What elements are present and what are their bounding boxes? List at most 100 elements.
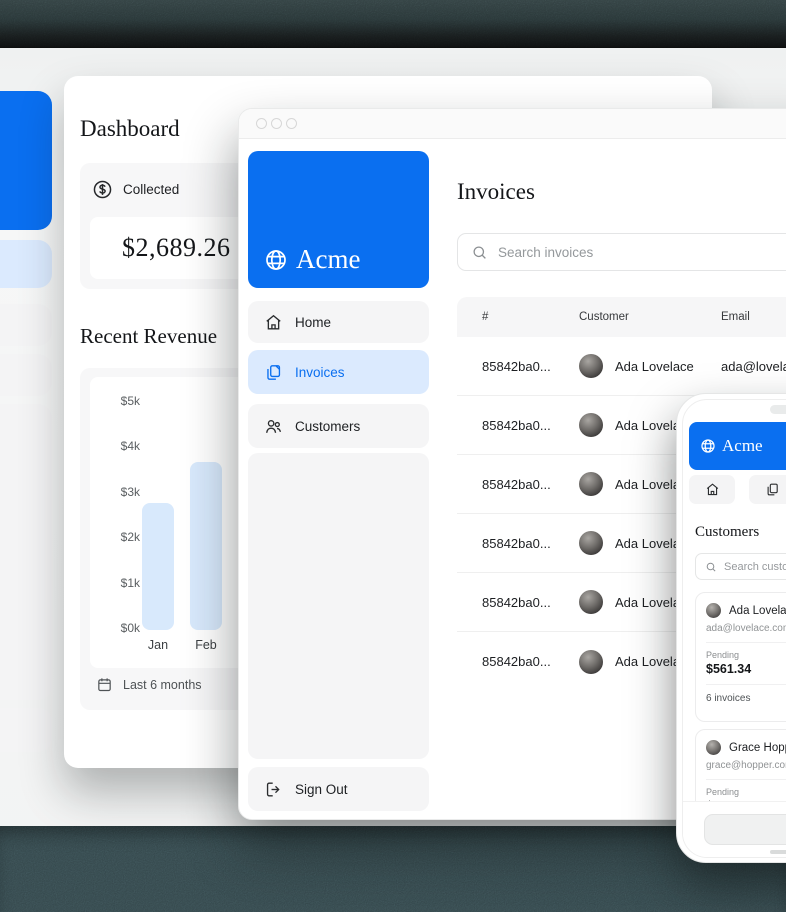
divider [706, 684, 786, 685]
phone-tab-invoices[interactable] [749, 475, 786, 504]
phone-screen: Acme Customers Search customer [682, 399, 786, 858]
customer-email: grace@hopper.com [706, 760, 786, 771]
sidebar-brand-card: Acme [248, 151, 429, 288]
customer-name: Ada Lovelace [615, 359, 694, 374]
window-minimize-button[interactable] [271, 118, 282, 129]
y-tick-label: $3k [106, 485, 140, 499]
divider [706, 642, 786, 643]
sidebar-item-invoices[interactable]: Invoices [248, 350, 429, 394]
column-header-email: Email [717, 311, 786, 323]
phone-brand-card: Acme [689, 422, 786, 470]
globe-icon [700, 438, 716, 454]
customer-avatar [579, 531, 603, 555]
y-tick-label: $0k [106, 621, 140, 635]
sign-out-button[interactable]: Sign Out [248, 767, 429, 811]
search-invoices-input[interactable]: Search invoices [457, 233, 786, 271]
invoice-id: 85842ba0... [457, 595, 579, 610]
background-sidebar-brand-card [0, 91, 52, 230]
x-tick-label: Feb [182, 638, 230, 652]
sidebar-item-label: Home [295, 315, 331, 330]
window-zoom-button[interactable] [286, 118, 297, 129]
phone-speaker [770, 405, 786, 414]
invoices-copy-icon [264, 363, 283, 382]
collected-amount: $2,689.26 [90, 233, 231, 263]
invoices-copy-icon [765, 482, 780, 497]
customer-card[interactable]: Ada Lovelace ada@lovelace.com Pending $5… [695, 592, 786, 722]
pending-label: Pending [706, 650, 786, 660]
invoice-id: 85842ba0... [457, 418, 579, 433]
grain-texture [0, 826, 786, 912]
y-tick-label: $1k [106, 576, 140, 590]
customer-avatar [706, 603, 721, 618]
home-icon [264, 313, 283, 332]
customer-name: Grace Hopper [729, 742, 786, 754]
background-sidebar-item[interactable] [0, 354, 52, 396]
bottom-texture-band [0, 826, 786, 912]
calendar-icon [96, 676, 113, 693]
pending-label: Pending [706, 787, 786, 797]
customer-email: ada@lovelace.com [717, 359, 786, 374]
globe-icon [264, 248, 288, 272]
background-sidebar-spacer [0, 404, 52, 700]
customer-avatar [579, 590, 603, 614]
window-close-button[interactable] [256, 118, 267, 129]
column-header-id: # [457, 311, 579, 323]
search-icon [705, 561, 717, 573]
divider [706, 779, 786, 780]
invoice-table-row[interactable]: 85842ba0... Ada Lovelace ada@lovelace.co… [457, 337, 786, 396]
sidebar-item-home[interactable]: Home [248, 301, 429, 343]
x-tick-label: Jan [134, 638, 182, 652]
sidebar-item-label: Invoices [295, 365, 345, 380]
page-title: Invoices [457, 179, 535, 205]
bar-jan [142, 503, 174, 630]
customer-avatar [579, 413, 603, 437]
customer-avatar [706, 740, 721, 755]
search-placeholder: Search invoices [498, 245, 593, 260]
pending-amount: $561.34 [706, 662, 786, 676]
customers-icon [264, 417, 283, 436]
y-tick-label: $5k [106, 394, 140, 408]
phone-tab-home[interactable] [689, 475, 735, 504]
sidebar-item-customers[interactable]: Customers [248, 404, 429, 448]
invoice-id: 85842ba0... [457, 654, 579, 669]
phone-mockup: Acme Customers Search customer [676, 393, 786, 863]
background-sidebar-item[interactable] [0, 708, 52, 752]
home-icon [705, 482, 720, 497]
customer-avatar [579, 650, 603, 674]
bar-feb [190, 462, 222, 630]
recent-revenue-title: Recent Revenue [80, 324, 217, 349]
sign-out-label: Sign Out [295, 782, 348, 797]
phone-search-input[interactable]: Search customers [695, 553, 786, 580]
search-icon [471, 244, 488, 261]
sidebar-spacer [248, 453, 429, 759]
brand-name: Acme [296, 244, 360, 275]
sidebar-item-label: Customers [295, 419, 360, 434]
search-placeholder: Search customers [724, 561, 786, 573]
customer-name: Ada Lovelace [729, 605, 786, 617]
invoice-id: 85842ba0... [457, 477, 579, 492]
stage: Dashboard Collected $2,689.26 Recent Rev… [0, 0, 786, 912]
phone-bottom-input[interactable] [704, 814, 786, 845]
customer-avatar [579, 354, 603, 378]
customer-avatar [579, 472, 603, 496]
chart-range-label[interactable]: Last 6 months [123, 678, 202, 692]
table-header: # Customer Email [457, 297, 786, 337]
phone-home-indicator [770, 850, 786, 854]
background-sidebar-active-item[interactable] [0, 240, 52, 288]
customer-email: ada@lovelace.com [706, 623, 786, 634]
brand-name: Acme [722, 436, 763, 456]
grain-texture [0, 0, 786, 48]
collected-label: Collected [123, 182, 179, 197]
sign-out-icon [264, 780, 283, 799]
dollar-circle-icon [92, 179, 113, 200]
column-header-customer: Customer [579, 311, 717, 323]
top-texture-band [0, 0, 786, 48]
phone-page-title: Customers [695, 524, 759, 541]
invoices-count: 6 invoices [706, 693, 786, 704]
invoice-id: 85842ba0... [457, 359, 579, 374]
background-sidebar-item[interactable] [0, 304, 52, 346]
y-tick-label: $4k [106, 439, 140, 453]
invoice-id: 85842ba0... [457, 536, 579, 551]
y-tick-label: $2k [106, 530, 140, 544]
dashboard-title: Dashboard [80, 116, 180, 142]
